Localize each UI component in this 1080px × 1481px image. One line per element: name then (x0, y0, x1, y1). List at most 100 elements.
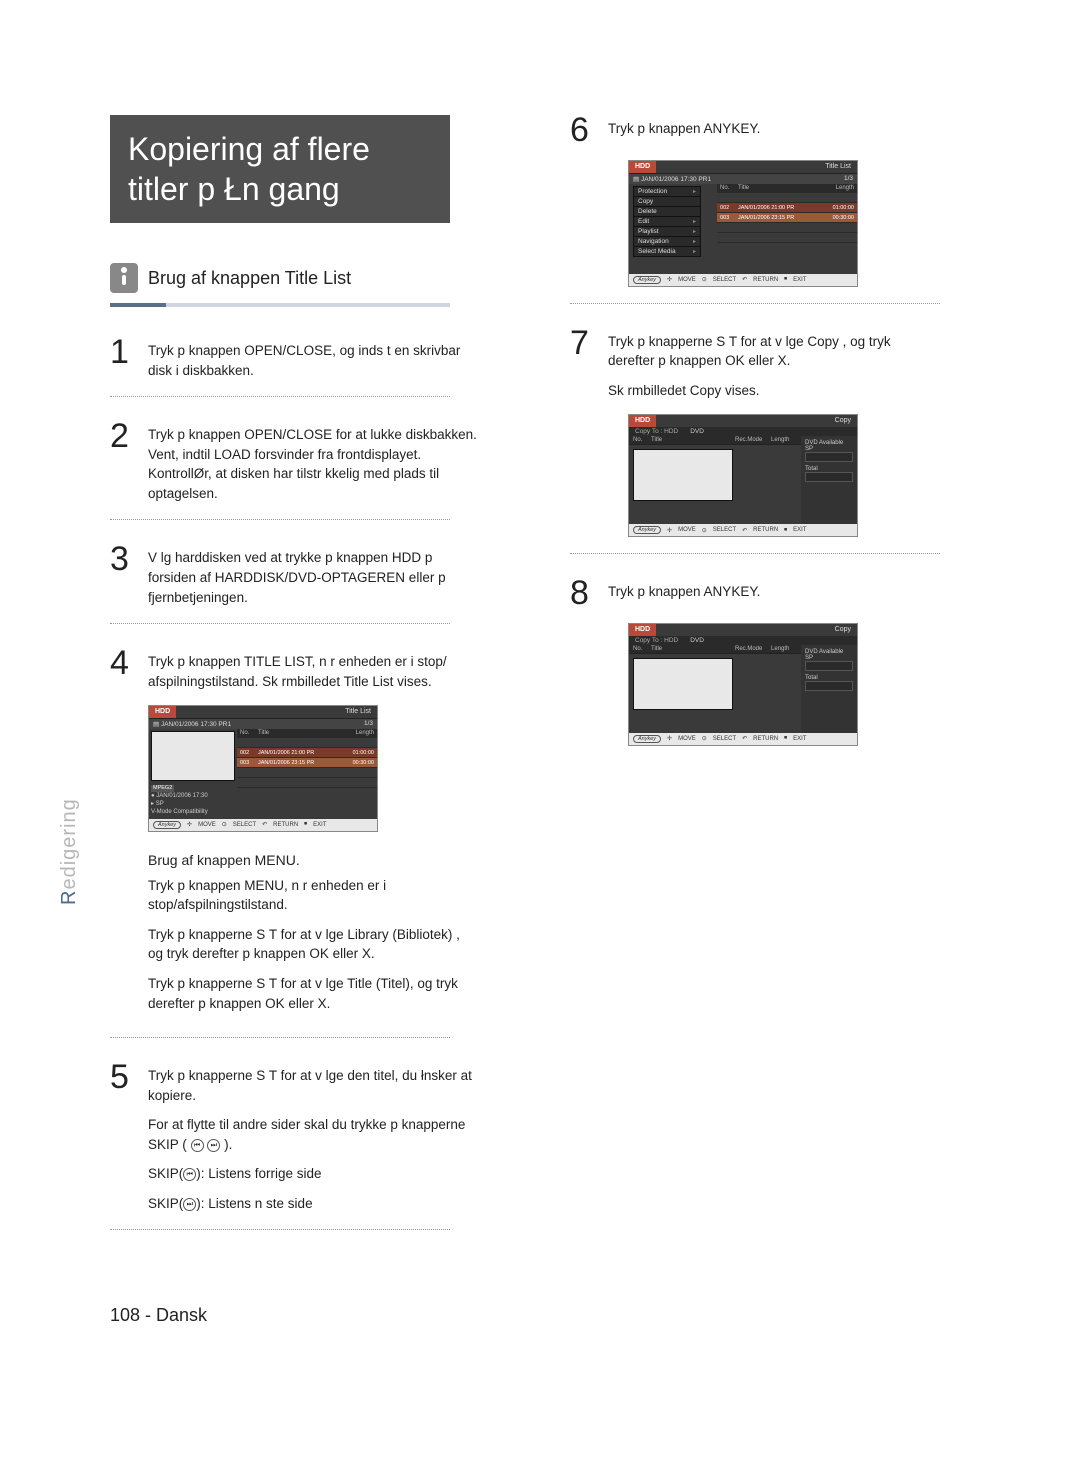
step-text: V lg harddisken ved at trykke p knappen … (148, 548, 480, 607)
osd-footer: Anykey ✢MOVE ⊙SELECT ↶RETURN ⏹EXIT (629, 274, 857, 286)
menu-alternative-block: Brug af knappen MENU. Tryk p knappen MEN… (148, 852, 478, 1013)
context-menu-item: Playlist▸ (634, 227, 700, 237)
return-icon: ↶ (742, 735, 747, 742)
step-8: 8 Tryk p knappen ANYKEY. (570, 578, 940, 609)
side-label-rest: edigering (58, 798, 80, 889)
copy-screen-screenshot-2: HDD Copy Copy To : HDD DVD No. (628, 623, 858, 746)
context-menu-item: Select Media▸ (634, 247, 700, 256)
device-tag: HDD (149, 706, 176, 718)
step-7: 7 Tryk p knapperne S T for at v lge Copy… (570, 328, 940, 401)
col-length: Length (337, 729, 377, 737)
osd-footer: Anykey ✢MOVE ⊙SELECT ↶RETURN ⏹EXIT (629, 524, 857, 536)
step-text: For at flytte til andre sider skal du tr… (148, 1115, 480, 1154)
table-row (237, 787, 377, 797)
menu-step: Tryk p knapperne S T for at v lge Librar… (148, 925, 478, 964)
device-tag: HDD (629, 624, 656, 636)
codec-badge: MPEG2 (151, 785, 174, 792)
page-indicator: 1/3 (364, 720, 373, 728)
anykey-menu-screenshot: HDD Title List ▤ JAN/01/2006 17:30 PR1 1… (628, 160, 858, 287)
table-row (717, 242, 857, 252)
context-menu-item: Navigation▸ (634, 237, 700, 247)
chevron-right-icon: ▸ (693, 228, 696, 235)
step-body: Tryk p knappen ANYKEY. (608, 578, 940, 609)
screen-name: Copy (829, 624, 857, 636)
page-content: Redigering Kopiering af flere titler p Ł… (110, 115, 970, 1254)
table-row: 003 JAN/01/2006 23:15 PR 00:30:00 (237, 757, 377, 767)
select-icon: ⊙ (222, 821, 227, 828)
copy-columns: No. Title Rec.Mode Length (629, 436, 801, 445)
step-number: 8 (570, 578, 596, 609)
calendar-icon: ▤ JAN/01/2006 17:30 PR1 (153, 720, 231, 728)
anykey-button: Anykey (633, 276, 661, 284)
table-row (717, 232, 857, 242)
osd-preview-pane: Protection▸ Copy Delete Edit▸ Playlist▸ … (629, 184, 717, 274)
subhead-text: Brug af knappen Title List (148, 268, 351, 289)
progress-bar (805, 452, 853, 462)
step-number: 3 (110, 544, 136, 607)
divider (110, 1229, 450, 1230)
select-icon: ⊙ (702, 527, 707, 534)
context-menu: Protection▸ Copy Delete Edit▸ Playlist▸ … (633, 186, 701, 257)
step-text: Tryk p knappen ANYKEY. (608, 119, 940, 139)
progress-bar (805, 661, 853, 671)
context-menu-item: Edit▸ (634, 217, 700, 227)
copy-tab: DVD (684, 427, 710, 436)
divider (570, 303, 940, 304)
table-row (237, 767, 377, 777)
thumbnail (633, 449, 733, 501)
step-text: Tryk p knappen TITLE LIST, n r enheden e… (148, 652, 480, 691)
left-column: Kopiering af flere titler p Łn gang Brug… (110, 115, 510, 1254)
screen-name: Title List (339, 706, 377, 718)
osd-header: HDD Title List (149, 706, 377, 718)
copy-list-pane: No. Title Rec.Mode Length (629, 645, 801, 733)
osd-footer: Anykey ✢MOVE ⊙SELECT ↶RETURN ⏹EXIT (629, 733, 857, 745)
step-text: SKIP(⏭): Listens n ste side (148, 1194, 480, 1214)
anykey-button: Anykey (633, 526, 661, 534)
step-text: Tryk p knapperne S T for at v lge den ti… (148, 1066, 480, 1105)
osd-body: Copy To : HDD DVD No. Title Rec.Mode Len… (629, 427, 857, 524)
list-columns: No. Title Length (717, 184, 857, 192)
chevron-right-icon: ▸ (693, 218, 696, 225)
step-body: Tryk p knapperne S T for at v lge Copy ,… (608, 328, 940, 401)
exit-icon: ⏹ (784, 276, 787, 283)
step-5: 5 Tryk p knapperne S T for at v lge den … (110, 1062, 480, 1213)
copy-tabs: Copy To : HDD DVD (629, 427, 857, 436)
table-row: 002 JAN/01/2006 21:00 PR 01:00:00 (237, 747, 377, 757)
osd-header: HDD Copy (629, 624, 857, 636)
accent-bar (110, 303, 450, 307)
two-column-layout: Kopiering af flere titler p Łn gang Brug… (110, 115, 970, 1254)
exit-icon: ⏹ (784, 735, 787, 742)
skip-prev-icon: ⏮ (183, 1168, 196, 1181)
thumbnail (633, 658, 733, 710)
osd-window: HDD Copy Copy To : HDD DVD No. (628, 414, 858, 537)
menu-heading: Brug af knappen MENU. (148, 852, 478, 868)
osd-body: Protection▸ Copy Delete Edit▸ Playlist▸ … (629, 184, 857, 274)
copy-tab: DVD (684, 636, 710, 645)
step-text: Tryk p knappen OPEN/CLOSE for at lukke d… (148, 425, 480, 503)
osd-header: HDD Copy (629, 415, 857, 427)
context-menu-item: Protection▸ (634, 187, 700, 197)
arrow-icon: ▸ (151, 801, 154, 807)
step-body: Tryk p knappen ANYKEY. (608, 115, 940, 146)
move-icon: ✢ (667, 276, 672, 283)
step-text: Tryk p knappen OPEN/CLOSE, og inds t en … (148, 341, 480, 380)
return-icon: ↶ (262, 821, 267, 828)
list-columns: No. Title Length (237, 729, 377, 737)
step-number: 5 (110, 1062, 136, 1213)
device-tag: HDD (629, 415, 656, 427)
step-body: Tryk p knappen OPEN/CLOSE, og inds t en … (148, 337, 480, 380)
osd-list-pane: No. Title Length 002 JAN/01/2006 21:00 P… (237, 729, 377, 819)
table-row (717, 192, 857, 202)
screen-name: Copy (829, 415, 857, 427)
step-2: 2 Tryk p knappen OPEN/CLOSE for at lukke… (110, 421, 480, 503)
title-metadata: MPEG2 ● JAN/01/2006 17:30 ▸ SP V-Mode Co… (151, 785, 235, 817)
chevron-right-icon: ▸ (693, 238, 696, 245)
divider (110, 1037, 450, 1038)
osd-preview-pane: MPEG2 ● JAN/01/2006 17:30 ▸ SP V-Mode Co… (149, 729, 237, 819)
step-body: Tryk p knapperne S T for at v lge den ti… (148, 1062, 480, 1213)
osd-window: HDD Title List ▤ JAN/01/2006 17:30 PR1 1… (628, 160, 858, 287)
osd-window: HDD Copy Copy To : HDD DVD No. (628, 623, 858, 746)
step-3: 3 V lg harddisken ved at trykke p knappe… (110, 544, 480, 607)
skip-prev-icon: ⏮ (191, 1139, 204, 1152)
menu-step: Tryk p knapperne S T for at v lge Title … (148, 974, 478, 1013)
